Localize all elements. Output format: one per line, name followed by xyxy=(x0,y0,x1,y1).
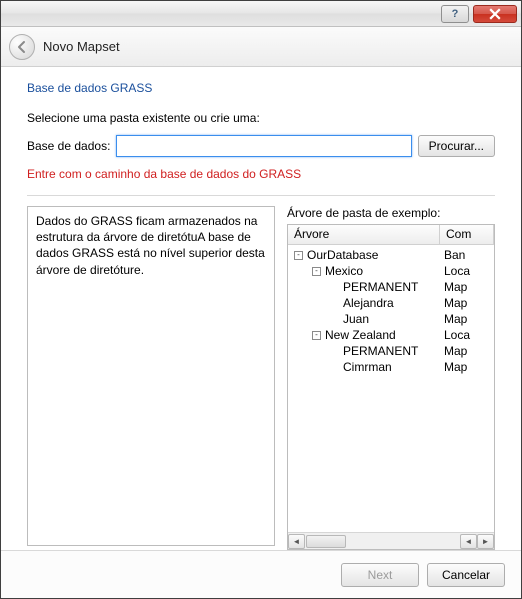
tree-cell-name: Cimrman xyxy=(288,359,440,375)
help-icon: ? xyxy=(452,8,459,20)
tree-row[interactable]: PERMANENT Map xyxy=(288,343,494,359)
tree-cell-comment: Loca xyxy=(440,327,494,343)
scroll-left-sep[interactable]: ◄ xyxy=(460,534,477,549)
tree-row[interactable]: -MexicoLoca xyxy=(288,263,494,279)
tree-hscrollbar[interactable]: ◄ ◄ ► xyxy=(288,532,494,549)
tree-cell-comment: Map xyxy=(440,311,494,327)
tree-cell-name: -New Zealand xyxy=(288,327,440,343)
tree-item-label: Alejandra xyxy=(343,295,394,311)
help-button[interactable]: ? xyxy=(441,5,469,23)
tree-header-col1[interactable]: Árvore xyxy=(288,225,440,244)
example-tree-pane: Árvore de pasta de exemplo: Árvore Com -… xyxy=(287,206,495,550)
tree-cell-name: PERMANENT xyxy=(288,343,440,359)
dialog-window: ? Novo Mapset Base de dados GRASS Seleci… xyxy=(0,0,522,599)
tree-indent xyxy=(288,367,330,368)
scroll-thumb[interactable] xyxy=(306,535,346,548)
tree-cell-comment: Ban xyxy=(440,247,494,263)
tree-cell-name: Alejandra xyxy=(288,295,440,311)
tree-indent xyxy=(288,335,312,336)
tree-cell-comment: Map xyxy=(440,295,494,311)
tree-item-label: PERMANENT xyxy=(343,343,418,359)
tree-cell-name: PERMANENT xyxy=(288,279,440,295)
dialog-footer: Next Cancelar xyxy=(1,550,521,598)
divider xyxy=(27,195,495,196)
page-title: Novo Mapset xyxy=(43,39,120,54)
tree-row[interactable]: -OurDatabaseBan xyxy=(288,247,494,263)
section-title: Base de dados GRASS xyxy=(27,81,495,95)
database-input[interactable] xyxy=(116,135,411,157)
back-button[interactable] xyxy=(9,34,35,60)
next-button[interactable]: Next xyxy=(341,563,419,587)
tree-cell-name: -Mexico xyxy=(288,263,440,279)
tree-row[interactable]: Cimrman Map xyxy=(288,359,494,375)
panes: Dados do GRASS ficam armazenados na estr… xyxy=(27,206,495,550)
tree-row[interactable]: Juan Map xyxy=(288,311,494,327)
database-row: Base de dados: Procurar... xyxy=(27,135,495,157)
scroll-track[interactable] xyxy=(305,534,460,549)
tree-cell-comment: Map xyxy=(440,279,494,295)
cancel-button[interactable]: Cancelar xyxy=(427,563,505,587)
tree-item-label: PERMANENT xyxy=(343,279,418,295)
content-area: Base de dados GRASS Selecione uma pasta … xyxy=(1,67,521,550)
tree-indent xyxy=(288,287,330,288)
scroll-left-button[interactable]: ◄ xyxy=(288,534,305,549)
browse-button[interactable]: Procurar... xyxy=(418,135,495,157)
tree-leaf-spacer xyxy=(330,351,343,352)
tree-row[interactable]: Alejandra Map xyxy=(288,295,494,311)
tree-cell-name: Juan xyxy=(288,311,440,327)
tree-item-label: OurDatabase xyxy=(307,247,378,263)
tree-item-label: Cimrman xyxy=(343,359,392,375)
tree-row[interactable]: PERMANENT Map xyxy=(288,279,494,295)
tree-row[interactable]: -New ZealandLoca xyxy=(288,327,494,343)
tree-cell-name: -OurDatabase xyxy=(288,247,440,263)
collapse-icon[interactable]: - xyxy=(312,331,321,340)
tree-indent xyxy=(288,303,330,304)
tree-leaf-spacer xyxy=(330,367,343,368)
tree-indent xyxy=(288,351,330,352)
header-strip: Novo Mapset xyxy=(1,27,521,67)
collapse-icon[interactable]: - xyxy=(312,267,321,276)
description-box: Dados do GRASS ficam armazenados na estr… xyxy=(27,206,275,546)
database-label: Base de dados: xyxy=(27,139,110,153)
example-tree-label: Árvore de pasta de exemplo: xyxy=(287,206,495,220)
tree-cell-comment: Map xyxy=(440,359,494,375)
validation-warning: Entre com o caminho da base de dados do … xyxy=(27,167,495,181)
back-arrow-icon xyxy=(15,40,29,54)
example-tree: Árvore Com -OurDatabaseBan-MexicoLocaPER… xyxy=(287,224,495,550)
tree-indent xyxy=(288,319,330,320)
close-icon xyxy=(489,8,501,20)
tree-body[interactable]: -OurDatabaseBan-MexicoLocaPERMANENTMapAl… xyxy=(288,245,494,532)
tree-header: Árvore Com xyxy=(288,225,494,245)
tree-item-label: Juan xyxy=(343,311,369,327)
tree-indent xyxy=(288,271,312,272)
titlebar: ? xyxy=(1,1,521,27)
tree-leaf-spacer xyxy=(330,319,343,320)
instruction-text: Selecione uma pasta existente ou crie um… xyxy=(27,111,495,125)
tree-item-label: New Zealand xyxy=(325,327,396,343)
tree-item-label: Mexico xyxy=(325,263,363,279)
collapse-icon[interactable]: - xyxy=(294,251,303,260)
tree-cell-comment: Map xyxy=(440,343,494,359)
close-button[interactable] xyxy=(473,5,517,23)
tree-cell-comment: Loca xyxy=(440,263,494,279)
tree-header-col2[interactable]: Com xyxy=(440,225,494,244)
tree-leaf-spacer xyxy=(330,287,343,288)
scroll-right-button[interactable]: ► xyxy=(477,534,494,549)
tree-leaf-spacer xyxy=(330,303,343,304)
